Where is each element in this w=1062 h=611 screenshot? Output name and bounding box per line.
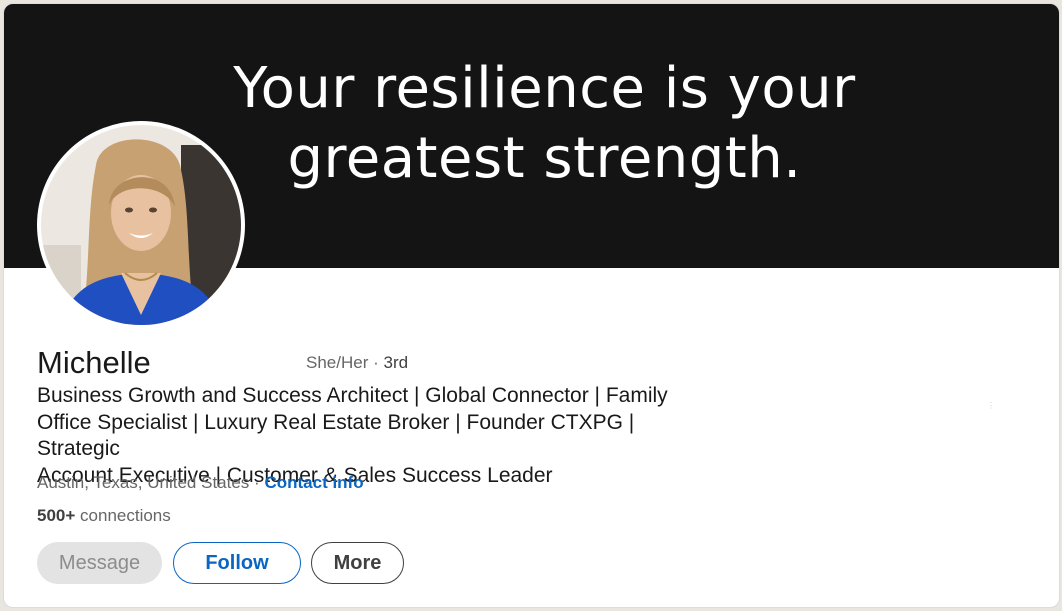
divider-mark: ⋮ bbox=[987, 401, 995, 410]
profile-photo bbox=[41, 125, 241, 325]
location-line: Austin, Texas, United States · Contact i… bbox=[37, 471, 364, 495]
pronouns: She/Her bbox=[306, 353, 369, 372]
pronoun-degree-line: She/Her · 3rd bbox=[306, 351, 408, 375]
separator-dot: · bbox=[373, 353, 379, 372]
profile-photo-frame[interactable] bbox=[37, 121, 245, 329]
banner-quote-line-1: Your resilience is your bbox=[233, 56, 856, 121]
connections-label: connections bbox=[80, 506, 171, 525]
follow-button[interactable]: Follow bbox=[173, 542, 301, 584]
profile-card: Your resilience is your greatest strengt… bbox=[3, 3, 1060, 608]
location: Austin, Texas, United States bbox=[37, 473, 250, 492]
headline-line-2: Office Specialist | Luxury Real Estate B… bbox=[37, 410, 635, 461]
message-button[interactable]: Message bbox=[37, 542, 162, 584]
contact-info-link[interactable]: Contact info bbox=[264, 473, 363, 492]
connection-degree: 3rd bbox=[383, 353, 409, 372]
more-button[interactable]: More bbox=[311, 542, 404, 584]
headline-line-1: Business Growth and Success Architect | … bbox=[37, 384, 668, 407]
connections-count: 500+ bbox=[37, 506, 76, 525]
connections-line: 500+ connections bbox=[37, 504, 171, 528]
profile-name: Michelle bbox=[37, 345, 151, 380]
separator-dot: · bbox=[254, 473, 260, 492]
